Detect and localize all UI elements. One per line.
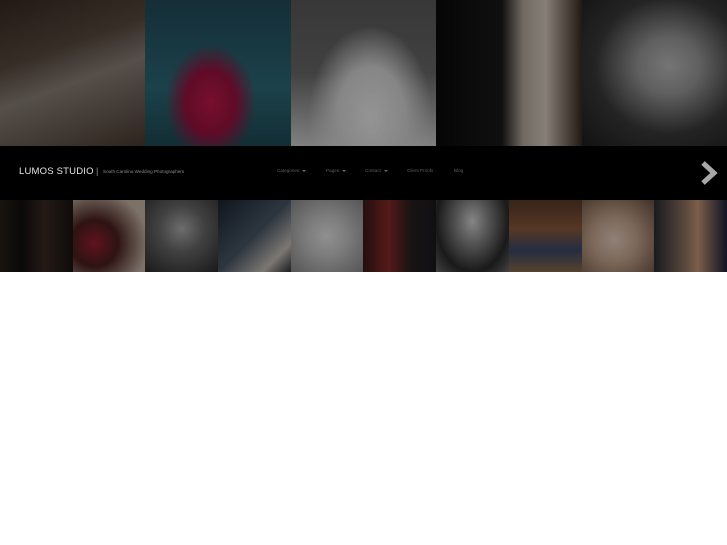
nav-label: Contact bbox=[365, 168, 381, 173]
gallery-thumbnail[interactable] bbox=[72, 200, 146, 272]
photo-shade bbox=[72, 200, 146, 272]
photo-shade bbox=[436, 0, 582, 146]
photo-shade bbox=[290, 0, 437, 146]
nav-item-pages[interactable]: Pages bbox=[326, 168, 347, 173]
gallery-thumbnail[interactable] bbox=[581, 200, 655, 272]
nav-item-blog[interactable]: Blog bbox=[454, 168, 463, 173]
photo-shade bbox=[581, 0, 727, 146]
chevron-down-icon bbox=[383, 169, 388, 172]
gallery-thumbnail[interactable] bbox=[0, 200, 73, 272]
photo-shade bbox=[145, 0, 291, 146]
photo-shade bbox=[363, 200, 437, 272]
gallery-photo[interactable] bbox=[0, 0, 146, 146]
nav-label: Categories bbox=[277, 168, 300, 173]
gallery-thumbnail[interactable] bbox=[508, 200, 582, 272]
gallery-thumbnail[interactable] bbox=[290, 200, 364, 272]
thumbnail-strip bbox=[0, 200, 727, 272]
photo-shade bbox=[145, 200, 219, 272]
logo-separator: | bbox=[96, 166, 99, 176]
chevron-down-icon bbox=[342, 169, 347, 172]
gallery-thumbnail[interactable] bbox=[436, 200, 509, 272]
gallery-photo[interactable] bbox=[581, 0, 727, 146]
nav-item-categories[interactable]: Categories bbox=[277, 168, 307, 173]
gallery-thumbnail[interactable] bbox=[654, 200, 727, 272]
top-photo-gallery bbox=[0, 0, 727, 146]
gallery-photo[interactable] bbox=[145, 0, 291, 146]
gallery-photo[interactable] bbox=[290, 0, 437, 146]
site-logo[interactable]: LUMOS STUDIO bbox=[19, 166, 94, 177]
photo-shade bbox=[436, 200, 509, 272]
photo-shade bbox=[508, 200, 582, 272]
nav-label: Client Proofs bbox=[407, 168, 434, 173]
photo-shade bbox=[654, 200, 727, 272]
photo-shade bbox=[218, 200, 291, 272]
site-header-bar: LUMOS STUDIO | South Carolina Wedding Ph… bbox=[0, 146, 727, 200]
chevron-right-icon[interactable] bbox=[696, 160, 722, 186]
chevron-down-icon bbox=[302, 169, 307, 172]
gallery-thumbnail[interactable] bbox=[218, 200, 291, 272]
site-tagline: South Carolina Wedding Photographers bbox=[103, 169, 185, 174]
nav-label: Blog bbox=[454, 168, 464, 173]
nav-item-contact[interactable]: Contact bbox=[365, 168, 388, 173]
nav-label: Pages bbox=[326, 168, 340, 173]
photo-shade bbox=[0, 200, 73, 272]
photo-shade bbox=[0, 0, 146, 146]
photo-shade bbox=[581, 200, 655, 272]
gallery-thumbnail[interactable] bbox=[363, 200, 437, 272]
gallery-photo[interactable] bbox=[436, 0, 582, 146]
photo-shade bbox=[290, 200, 364, 272]
nav-item-client-proofs[interactable]: Client Proofs bbox=[407, 168, 433, 173]
gallery-thumbnail[interactable] bbox=[145, 200, 219, 272]
